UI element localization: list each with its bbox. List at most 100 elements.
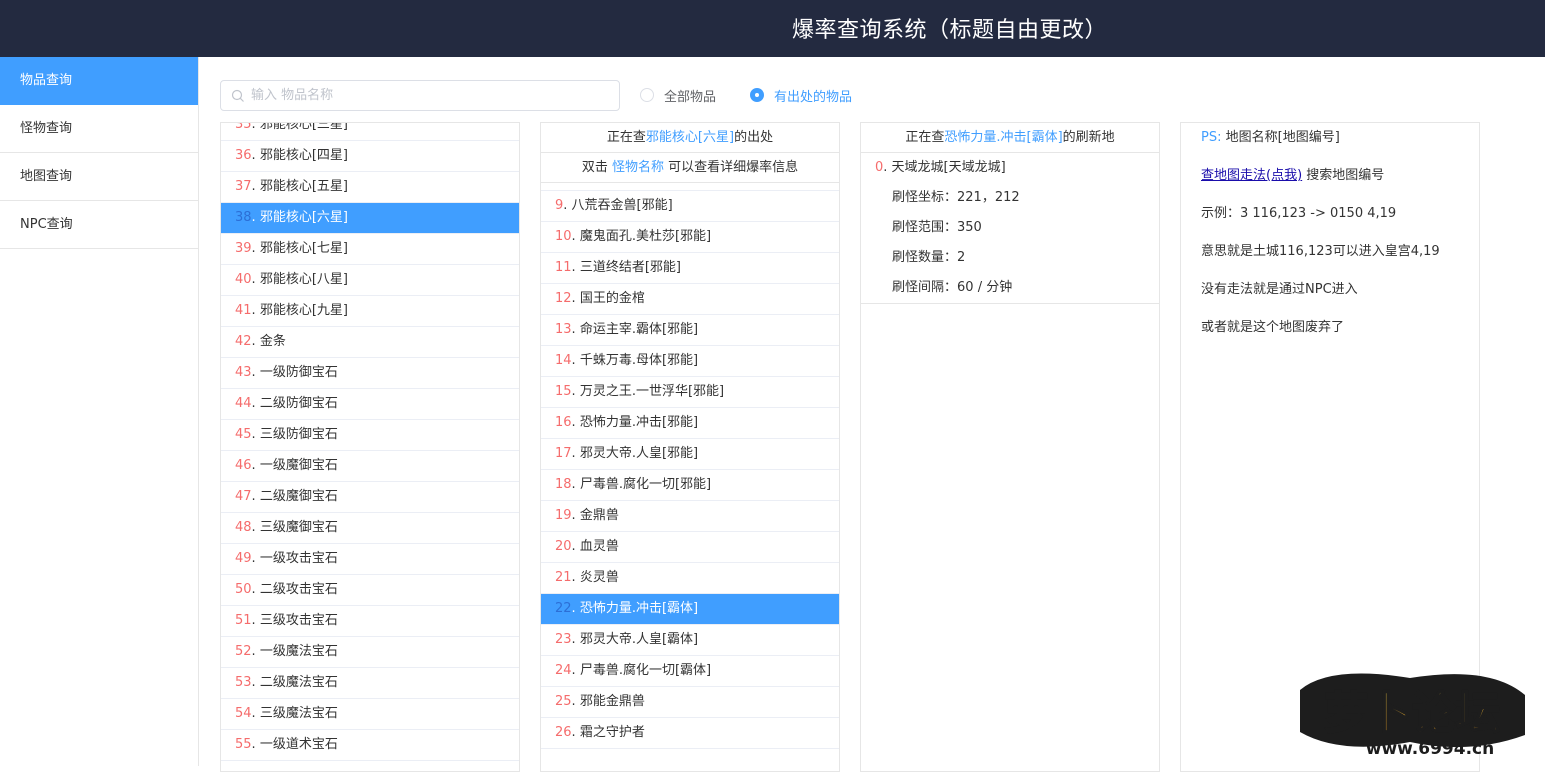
row-name: 邪灵大帝.人皇[邪能] — [579, 446, 699, 461]
radio-has-source[interactable]: 有出处的物品 — [750, 86, 852, 105]
row-separator: . — [571, 601, 580, 616]
row-separator: . — [251, 644, 260, 659]
item-row[interactable]: 41. 邪能核心[九星] — [221, 296, 519, 327]
row-number: 46 — [235, 458, 252, 473]
row-number: 50 — [235, 582, 252, 597]
item-row[interactable]: 53. 二级魔法宝石 — [221, 668, 519, 699]
monster-row[interactable]: 24. 尸毒兽.腐化一切[霸体] — [541, 656, 839, 687]
spawn-map-name: 天域龙城[天域龙城] — [891, 160, 1006, 175]
interval-value: 60 / 分钟 — [957, 280, 1013, 295]
monster-row[interactable]: 21. 炎灵兽 — [541, 563, 839, 594]
sidebar-item-items[interactable]: 物品查询 — [0, 57, 198, 105]
item-row[interactable]: 50. 二级攻击宝石 — [221, 575, 519, 606]
row-separator: . — [251, 179, 260, 194]
item-row[interactable]: 47. 二级魔御宝石 — [221, 482, 519, 513]
radio-label: 全部物品 — [664, 89, 717, 105]
monster-row[interactable]: 9. 八荒吞金兽[邪能] — [541, 191, 839, 222]
monster-row[interactable]: 17. 邪灵大帝.人皇[邪能] — [541, 439, 839, 470]
sidebar-item-monsters[interactable]: 怪物查询 — [0, 105, 198, 153]
item-row[interactable]: 54. 三级魔法宝石 — [221, 699, 519, 730]
row-name: 三级攻击宝石 — [259, 613, 338, 628]
row-separator: . — [251, 737, 260, 752]
coord-value: 221，212 — [957, 190, 1020, 205]
row-number: 15 — [555, 384, 572, 399]
item-row[interactable]: 43. 一级防御宝石 — [221, 358, 519, 389]
monster-row[interactable]: 15. 万灵之王.一世浮华[邪能] — [541, 377, 839, 408]
row-separator: . — [571, 384, 580, 399]
monster-row[interactable]: 18. 尸毒兽.腐化一切[邪能] — [541, 470, 839, 501]
monster-row[interactable]: 26. 霜之守护者 — [541, 718, 839, 749]
hint-suffix: 可以查看详细爆率信息 — [668, 160, 799, 175]
row-number: 11 — [555, 260, 572, 275]
row-name: 三级防御宝石 — [259, 427, 338, 442]
search-input[interactable] — [251, 81, 611, 110]
items-list[interactable]: 35. 邪能核心[三星] 36. 邪能核心[四星] 37. 邪能核心[五星] 38. … — [221, 122, 519, 761]
monster-row[interactable]: 22. 恐怖力量.冲击[霸体] — [541, 594, 839, 625]
row-name: 魔鬼面孔.美杜莎[邪能] — [579, 229, 712, 244]
row-separator: . — [571, 694, 580, 709]
spawn-entry[interactable]: 0. 天域龙城[天域龙城] 刷怪坐标：221，212 刷怪范围：350 刷怪数量… — [861, 153, 1159, 304]
item-row[interactable]: 36. 邪能核心[四星] — [221, 141, 519, 172]
map-route-link[interactable]: 查地图走法(点我) — [1201, 168, 1302, 183]
radio-circle[interactable] — [640, 88, 654, 102]
row-number: 12 — [555, 291, 572, 306]
title-prefix: 正在查 — [905, 130, 945, 145]
monster-row[interactable]: 14. 千蛛万毒.母体[邪能] — [541, 346, 839, 377]
monster-row[interactable]: 13. 命运主宰.霸体[邪能] — [541, 315, 839, 346]
item-row[interactable]: 44. 二级防御宝石 — [221, 389, 519, 420]
row-name: 金鼎兽 — [579, 508, 619, 523]
item-row[interactable]: 40. 邪能核心[八星] — [221, 265, 519, 296]
item-row[interactable]: 35. 邪能核心[三星] — [221, 122, 519, 141]
row-number: 18 — [555, 477, 572, 492]
row-number: 35 — [235, 122, 252, 132]
item-row[interactable]: 42. 金条 — [221, 327, 519, 358]
row-separator: . — [251, 148, 260, 163]
sidebar-item-npc[interactable]: NPC查询 — [0, 201, 198, 249]
row-separator: . — [251, 458, 260, 473]
monster-row[interactable]: 25. 邪能金鼎兽 — [541, 687, 839, 718]
radio-all-items[interactable]: 全部物品 — [640, 86, 717, 105]
monster-row[interactable]: 11. 三道终结者[邪能] — [541, 253, 839, 284]
monster-row[interactable]: 8. 蚀毒蛛魔 — [541, 183, 839, 191]
item-row[interactable]: 45. 三级防御宝石 — [221, 420, 519, 451]
drops-panel-hint: 双击 怪物名称 可以查看详细爆率信息 — [541, 153, 839, 183]
row-separator: . — [251, 272, 260, 287]
title-prefix: 正在查 — [606, 130, 646, 145]
monster-row[interactable]: 16. 恐怖力量.冲击[邪能] — [541, 408, 839, 439]
drops-list[interactable]: 8. 蚀毒蛛魔9. 八荒吞金兽[邪能]10. 魔鬼面孔.美杜莎[邪能]11. 三… — [541, 183, 839, 749]
item-row[interactable]: 46. 一级魔御宝石 — [221, 451, 519, 482]
item-row[interactable]: 38. 邪能核心[六星] — [221, 203, 519, 234]
monster-row[interactable]: 12. 国王的金棺 — [541, 284, 839, 315]
row-number: 20 — [555, 539, 572, 554]
search-box[interactable] — [220, 80, 620, 111]
coord-label: 刷怪坐标： — [892, 190, 958, 205]
item-row[interactable]: 55. 一级道术宝石 — [221, 730, 519, 761]
row-number: 42 — [235, 334, 252, 349]
drops-panel: 正在查邪能核心[六星]的出处 双击 怪物名称 可以查看详细爆率信息 8. 蚀毒蛛… — [540, 122, 840, 772]
monster-row[interactable]: 10. 魔鬼面孔.美杜莎[邪能] — [541, 222, 839, 253]
row-separator: . — [571, 415, 580, 430]
sidebar-item-maps[interactable]: 地图查询 — [0, 153, 198, 201]
row-number: 25 — [555, 694, 572, 709]
row-number: 52 — [235, 644, 252, 659]
row-name: 一级魔法宝石 — [259, 644, 338, 659]
spawn-coord-row: 刷怪坐标：221，212 — [875, 183, 1159, 213]
hint-highlight: 怪物名称 — [611, 160, 664, 175]
monster-row[interactable]: 20. 血灵兽 — [541, 532, 839, 563]
item-row[interactable]: 51. 三级攻击宝石 — [221, 606, 519, 637]
watermark-url: www.6994.cn — [1366, 739, 1494, 759]
item-row[interactable]: 52. 一级魔法宝石 — [221, 637, 519, 668]
radio-circle-checked[interactable] — [750, 88, 764, 102]
row-separator: . — [563, 198, 572, 213]
row-number: 24 — [555, 663, 572, 678]
item-row[interactable]: 37. 邪能核心[五星] — [221, 172, 519, 203]
monster-row[interactable]: 19. 金鼎兽 — [541, 501, 839, 532]
item-row[interactable]: 49. 一级攻击宝石 — [221, 544, 519, 575]
row-separator: . — [251, 334, 260, 349]
row-number: 54 — [235, 706, 252, 721]
page-title: 爆率查询系统（标题自由更改） — [792, 18, 1108, 43]
item-row[interactable]: 39. 邪能核心[七星] — [221, 234, 519, 265]
row-number: 21 — [555, 570, 572, 585]
monster-row[interactable]: 23. 邪灵大帝.人皇[霸体] — [541, 625, 839, 656]
item-row[interactable]: 48. 三级魔御宝石 — [221, 513, 519, 544]
